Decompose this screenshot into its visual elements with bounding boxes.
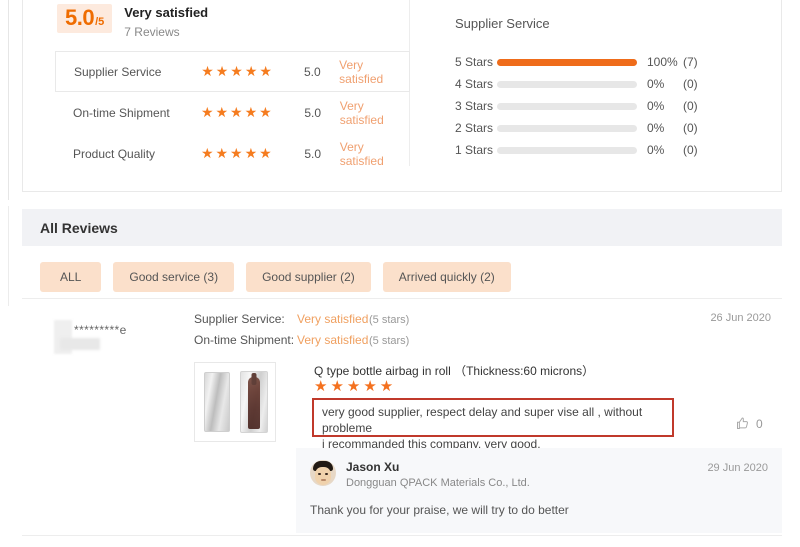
- distribution-label: 5 Stars: [455, 55, 494, 69]
- review-date: 26 Jun 2020: [710, 312, 771, 324]
- reply-avatar: [310, 460, 336, 486]
- filter-chip-good-service[interactable]: Good service (3): [113, 262, 235, 292]
- filter-chip-good-supplier[interactable]: Good supplier (2): [246, 262, 371, 292]
- rating-row-product-quality[interactable]: Product Quality ★★★★★ 5.0 Very satisfied: [55, 133, 410, 174]
- thumbs-up-icon[interactable]: [735, 416, 750, 431]
- review-count: 7 Reviews: [124, 25, 180, 39]
- like-count: 0: [756, 416, 763, 431]
- review-rating-label: Supplier Service:: [194, 312, 285, 326]
- reply-text: Thank you for your praise, we will try t…: [310, 503, 569, 517]
- distribution-count: (0): [683, 143, 698, 157]
- review-rating-supplier-service: Supplier Service: Very satisfied (5 star…: [194, 312, 409, 333]
- review-stars-glyphs: ★★★★★: [314, 378, 397, 395]
- rating-row-label: Supplier Service: [74, 64, 162, 79]
- distribution-row-5: 5 Stars 100% (7): [455, 51, 785, 73]
- review-like-control[interactable]: 0: [735, 416, 763, 431]
- review-rating-on-time-shipment: On-time Shipment: Very satisfied (5 star…: [194, 333, 409, 354]
- distribution-bar-track: [497, 102, 637, 110]
- distribution-count: (0): [683, 121, 698, 135]
- distribution-row-1: 1 Stars 0% (0): [455, 139, 785, 161]
- score-title: Very satisfied: [124, 5, 209, 20]
- reply-company: Dongguan QPACK Materials Co., Ltd.: [346, 477, 530, 489]
- reviewer-name: *********e: [74, 323, 127, 337]
- review-star-rating-icon: ★★★★★: [314, 378, 397, 395]
- review-product-thumbnails[interactable]: [194, 362, 276, 442]
- distribution-bar-track: [497, 58, 637, 66]
- rating-row-label: On-time Shipment: [73, 105, 170, 120]
- reply-date: 29 Jun 2020: [707, 462, 768, 474]
- distribution-label: 1 Stars: [455, 143, 494, 157]
- distribution-bar-track: [497, 146, 637, 154]
- review-filter-chips: ALL Good service (3) Good supplier (2) A…: [22, 246, 782, 292]
- distribution-label: 2 Stars: [455, 121, 494, 135]
- supplier-reply: Jason Xu Dongguan QPACK Materials Co., L…: [296, 448, 782, 533]
- all-reviews-section: All Reviews ALL Good service (3) Good su…: [22, 209, 782, 292]
- distribution-bar-fill: [497, 58, 637, 66]
- review-rating-label: On-time Shipment:: [194, 333, 295, 347]
- rating-row-score: 5.0: [304, 146, 321, 161]
- review-page: 5.0 /5 Very satisfied 7 Reviews Supplier…: [0, 0, 800, 547]
- overall-score: 5.0 /5 Very satisfied 7 Reviews: [57, 4, 208, 39]
- page-left-rule: [8, 0, 9, 200]
- rating-row-label: Product Quality: [73, 146, 156, 161]
- review-top-divider: [22, 298, 782, 299]
- distribution-label: 3 Stars: [455, 99, 494, 113]
- review-body-line-1: very good supplier, respect delay and su…: [322, 405, 643, 435]
- star-distribution-panel: Supplier Service 5 Stars 100% (7) 4 Star…: [455, 16, 785, 161]
- distribution-percent: 0%: [647, 143, 665, 157]
- page-left-rule-lower: [8, 206, 9, 306]
- reviewer-masked-detail: [60, 338, 100, 350]
- product-title[interactable]: Q type bottle airbag in roll （Thickness:…: [314, 362, 594, 379]
- rating-row-supplier-service[interactable]: Supplier Service ★★★★★ 5.0 Very satisfie…: [55, 51, 410, 92]
- review-bottom-divider: [22, 535, 782, 536]
- distribution-title: Supplier Service: [455, 16, 550, 31]
- reply-header: Jason Xu Dongguan QPACK Materials Co., L…: [310, 460, 768, 490]
- rating-row-score: 5.0: [303, 64, 321, 79]
- rating-row-text: Very satisfied: [339, 98, 384, 127]
- distribution-count: (0): [683, 99, 698, 113]
- distribution-row-4: 4 Stars 0% (0): [455, 73, 785, 95]
- rating-breakdown-list: Supplier Service ★★★★★ 5.0 Very satisfie…: [55, 51, 410, 174]
- distribution-bar-track: [497, 80, 637, 88]
- review-rating-value: Very satisfied: [297, 333, 369, 347]
- filter-chip-arrived-quickly[interactable]: Arrived quickly (2): [382, 262, 511, 292]
- review-body-highlight: very good supplier, respect delay and su…: [312, 398, 674, 451]
- distribution-row-3: 3 Stars 0% (0): [455, 95, 785, 117]
- reply-author-name: Jason Xu: [346, 460, 400, 474]
- star-rating-icon: ★★★★★: [200, 104, 274, 120]
- filter-chip-all[interactable]: ALL: [40, 262, 102, 292]
- review-ratings: Supplier Service: Very satisfied (5 star…: [194, 312, 409, 354]
- all-reviews-header: All Reviews: [22, 209, 782, 246]
- rating-row-on-time-shipment[interactable]: On-time Shipment ★★★★★ 5.0 Very satisfie…: [55, 92, 410, 133]
- score-caption: Very satisfied 7 Reviews: [124, 4, 208, 39]
- review-rating-stars-note: (5 stars): [369, 314, 410, 326]
- star-rating-icon: ★★★★★: [201, 63, 274, 79]
- distribution-percent: 0%: [647, 77, 665, 91]
- distribution-percent: 0%: [647, 121, 665, 135]
- score-suffix: /5: [95, 16, 105, 28]
- rating-row-text: Very satisfied: [339, 139, 384, 168]
- distribution-row-2: 2 Stars 0% (0): [455, 117, 785, 139]
- product-thumbnail-bottle[interactable]: [236, 369, 271, 435]
- distribution-percent: 100%: [647, 55, 678, 69]
- review-rating-value: Very satisfied: [297, 312, 369, 326]
- distribution-bar-track: [497, 124, 637, 132]
- distribution-count: (7): [683, 55, 698, 69]
- rating-row-text: Very satisfied: [339, 57, 384, 86]
- distribution-percent: 0%: [647, 99, 665, 113]
- product-thumbnail-roll[interactable]: [199, 369, 234, 435]
- rating-row-score: 5.0: [304, 105, 321, 120]
- rating-summary-card: 5.0 /5 Very satisfied 7 Reviews Supplier…: [22, 0, 782, 192]
- review-rating-stars-note: (5 stars): [369, 335, 410, 347]
- star-rating-icon: ★★★★★: [200, 145, 274, 161]
- score-value: 5.0: [65, 5, 95, 30]
- reply-identity: Jason Xu Dongguan QPACK Materials Co., L…: [346, 460, 530, 490]
- distribution-count: (0): [683, 77, 698, 91]
- distribution-label: 4 Stars: [455, 77, 494, 91]
- score-badge: 5.0 /5: [57, 4, 113, 33]
